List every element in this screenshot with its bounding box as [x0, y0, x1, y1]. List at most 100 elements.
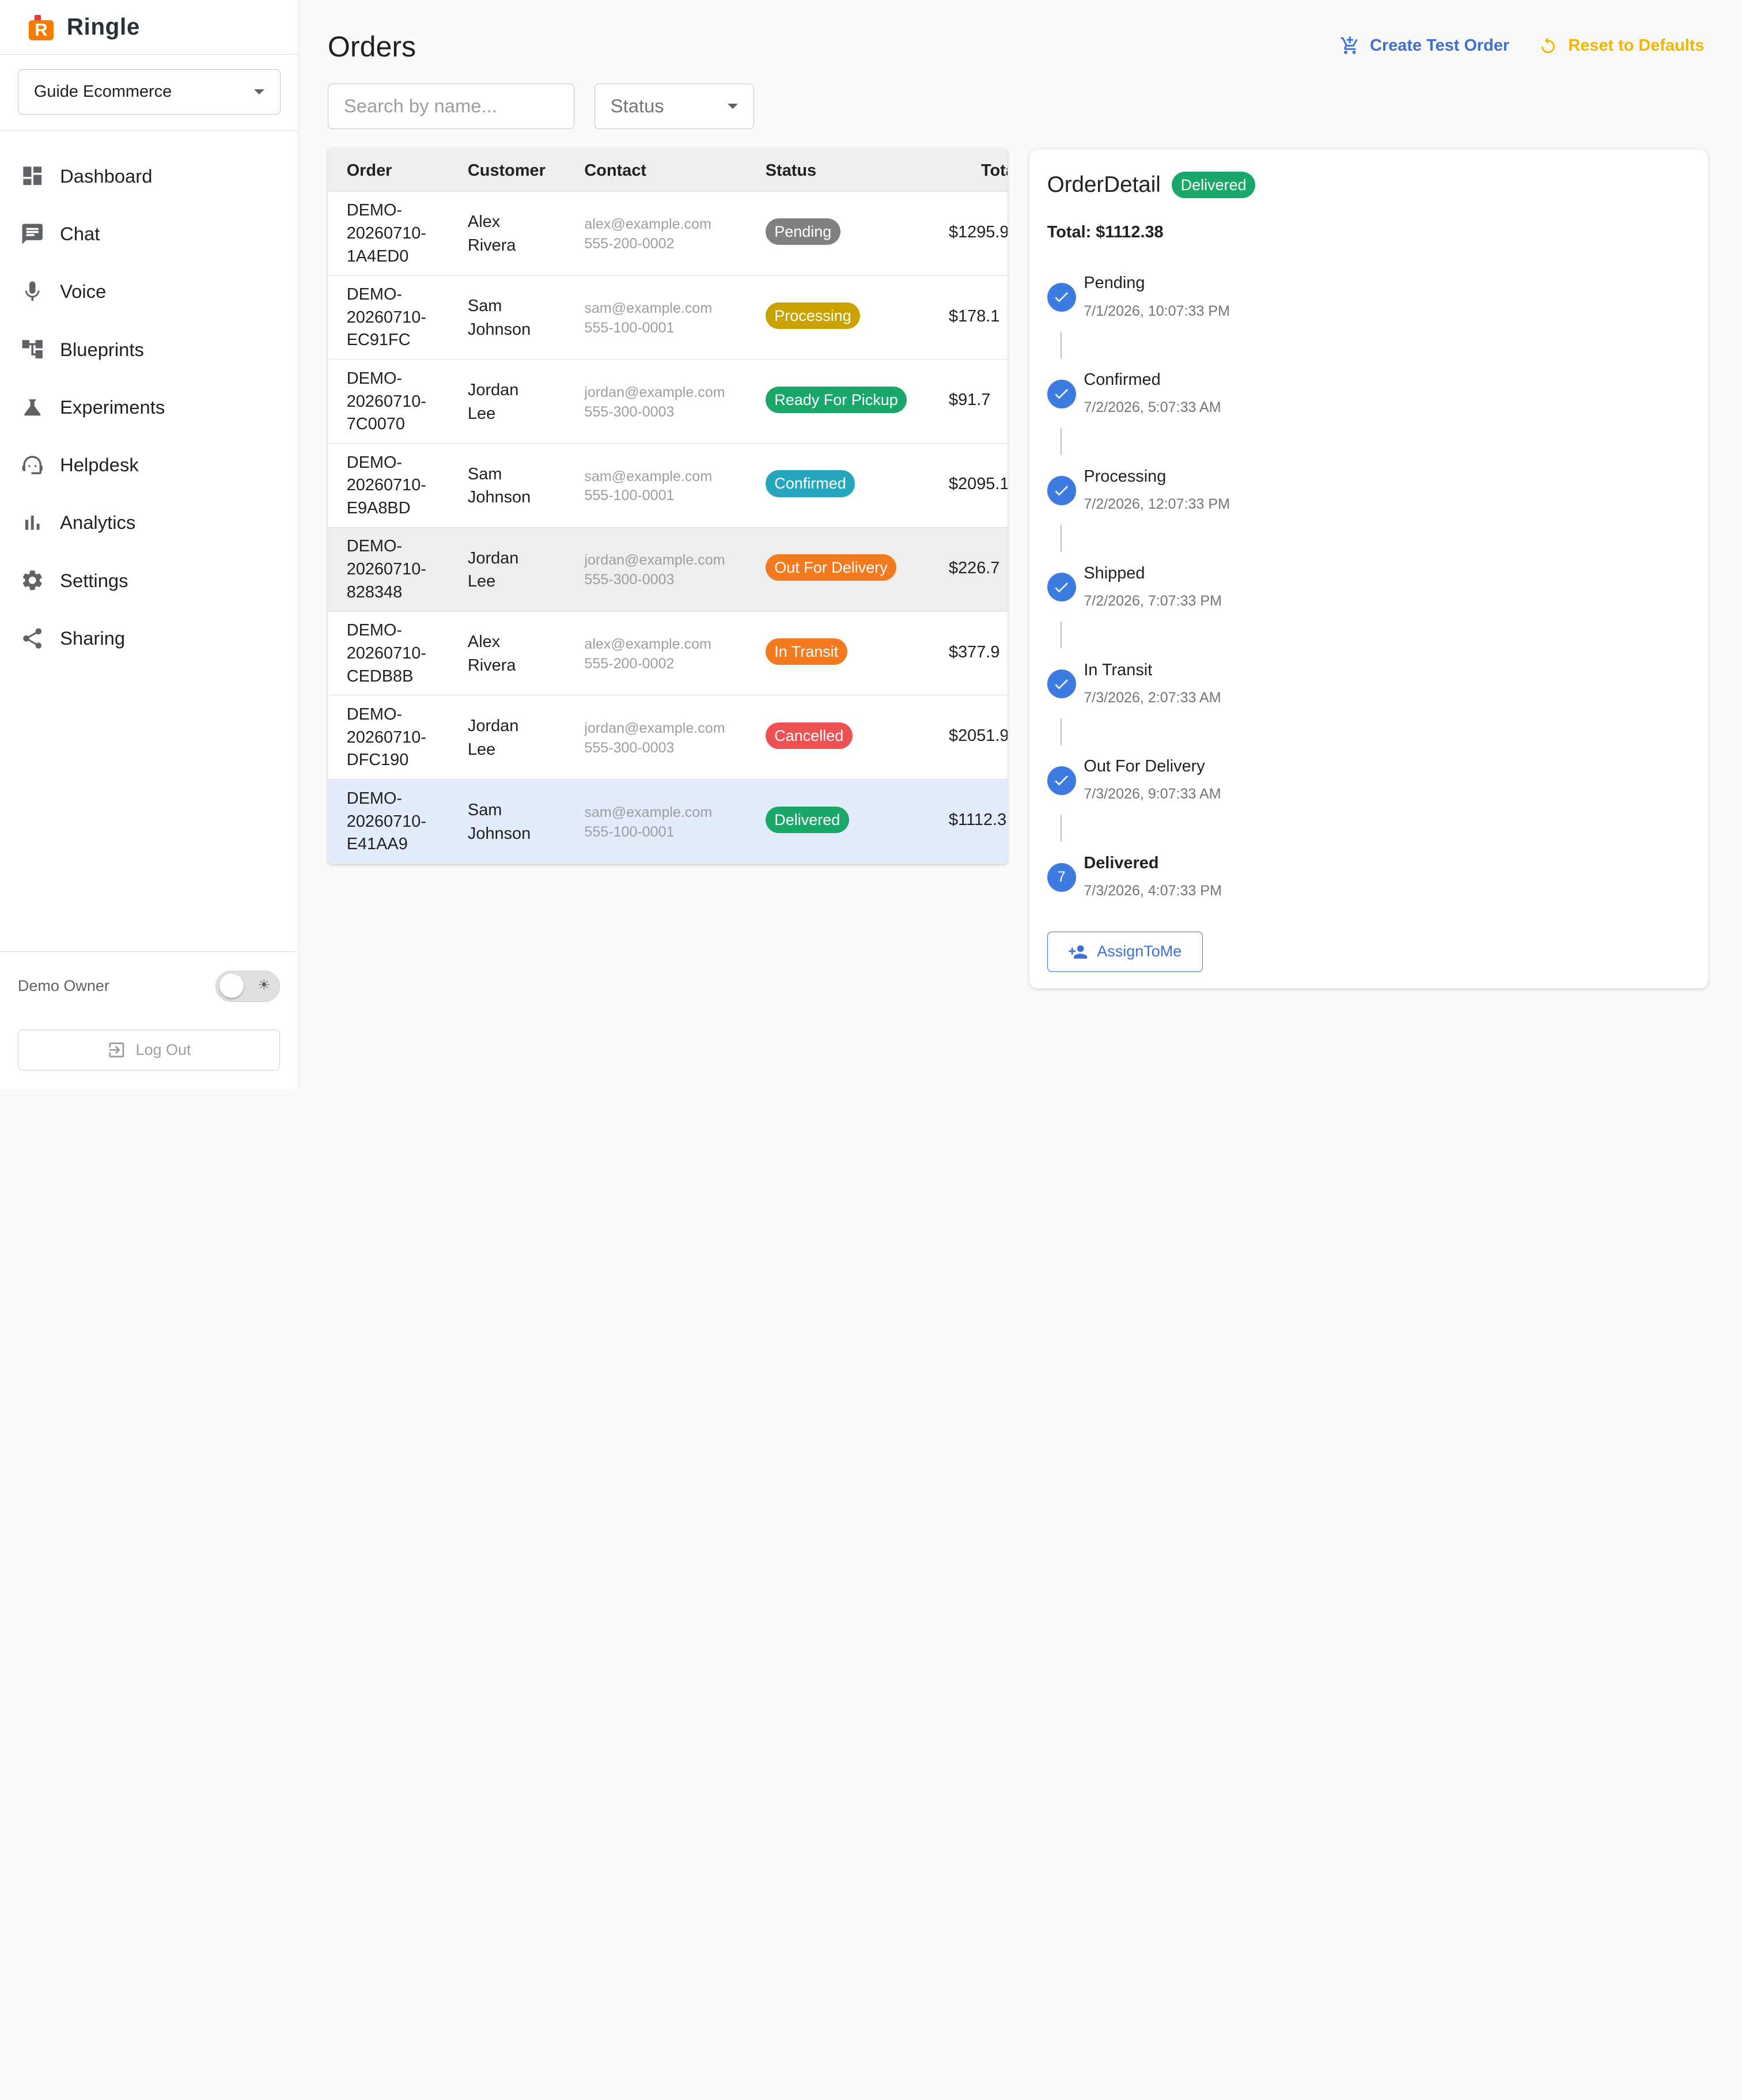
order-id: DEMO- 20260710- E9A8BD: [346, 453, 426, 518]
sidebar-item-analytics[interactable]: Analytics: [0, 494, 298, 551]
order-total: $2051.9: [949, 727, 1008, 746]
order-id: DEMO- 20260710- 1A4ED0: [346, 201, 426, 266]
timeline-connector: [1060, 622, 1062, 649]
table-row[interactable]: DEMO- 20260710- 7C0070 Jordan Lee jordan@exam…: [327, 359, 1008, 443]
table-body: DEMO- 20260710- 1A4ED0 Alex Rivera alex@examp…: [327, 191, 1008, 864]
page-title: Orders: [327, 31, 416, 63]
sidebar: R Ringle Guide Ecommerce Dashboard Chat …: [0, 0, 299, 1089]
contact-info: jordan@example.com 555-300-0003: [584, 383, 725, 422]
contact-email: jordan@example.com: [584, 720, 725, 736]
sidebar-item-label: Sharing: [60, 627, 126, 649]
create-test-order-button[interactable]: Create Test Order: [1340, 36, 1509, 56]
contact-email: jordan@example.com: [584, 384, 725, 400]
status-badge: Pending: [765, 218, 840, 245]
header-status[interactable]: Status: [766, 161, 816, 180]
owner-name: Demo Owner: [17, 977, 109, 995]
chevron-down-icon: [728, 103, 739, 109]
step-number-icon: 7: [1047, 862, 1076, 892]
sidebar-item-helpdesk[interactable]: Helpdesk: [0, 436, 298, 494]
status-filter-select[interactable]: Status: [594, 83, 755, 129]
sidebar-item-experiments[interactable]: Experiments: [0, 379, 298, 436]
sidebar-item-settings[interactable]: Settings: [0, 552, 298, 610]
customer-name: Sam Johnson: [467, 801, 531, 843]
chevron-down-icon: [253, 89, 264, 94]
contact-phone: 555-300-0003: [584, 403, 675, 420]
step-label: Processing: [1084, 467, 1167, 486]
sidebar-item-label: Helpdesk: [60, 454, 139, 476]
contact-info: alex@example.com 555-200-0002: [584, 215, 711, 254]
logout-button[interactable]: Log Out: [17, 1029, 281, 1071]
reset-defaults-button[interactable]: Reset to Defaults: [1538, 36, 1704, 56]
customer-name: Alex Rivera: [467, 633, 516, 675]
sidebar-item-label: Blueprints: [60, 338, 144, 360]
table-row[interactable]: DEMO- 20260710- 1A4ED0 Alex Rivera alex@examp…: [327, 191, 1008, 275]
status-badge: Processing: [765, 302, 861, 330]
table-row[interactable]: DEMO- 20260710- E9A8BD Sam Johnson sam@exampl…: [327, 443, 1008, 527]
contact-info: alex@example.com 555-200-0002: [584, 635, 711, 674]
headset-icon: [20, 453, 44, 477]
sidebar-item-label: Dashboard: [60, 165, 153, 187]
table-header: Order Customer Contact Status Total: [327, 147, 1008, 191]
sidebar-item-voice[interactable]: Voice: [0, 263, 298, 320]
assign-to-me-button[interactable]: AssignToMe: [1047, 932, 1203, 972]
header-contact[interactable]: Contact: [584, 161, 646, 180]
brand-name: Ringle: [66, 13, 140, 40]
contact-phone: 555-200-0002: [584, 235, 675, 252]
status-badge: Delivered: [765, 806, 849, 833]
theme-toggle[interactable]: ☀: [215, 970, 281, 1002]
contact-email: sam@example.com: [584, 468, 713, 485]
contact-phone: 555-300-0003: [584, 739, 675, 756]
sidebar-nav: Dashboard Chat Voice Blueprints Experime…: [0, 131, 298, 667]
main-content: Orders Create Test Order Reset to Defaul…: [299, 0, 1742, 1089]
contact-phone: 555-200-0002: [584, 655, 675, 672]
sidebar-item-label: Analytics: [60, 512, 136, 533]
header-customer[interactable]: Customer: [468, 161, 546, 180]
order-total: $377.9: [949, 642, 1000, 661]
table-row[interactable]: DEMO- 20260710- EC91FC Sam Johnson sam@exampl…: [327, 275, 1008, 360]
step-label: Out For Delivery: [1084, 757, 1205, 776]
order-id: DEMO- 20260710- DFC190: [346, 705, 426, 770]
header-order[interactable]: Order: [347, 161, 392, 180]
sidebar-item-label: Settings: [60, 569, 128, 591]
search-placeholder: Search by name...: [343, 95, 497, 117]
timeline-connector: [1060, 428, 1062, 455]
check-circle-icon: [1047, 573, 1076, 602]
timeline-connector: [1060, 525, 1062, 552]
contact-email: sam@example.com: [584, 804, 713, 820]
contact-info: sam@example.com 555-100-0001: [584, 299, 712, 338]
cart-add-icon: [1340, 36, 1358, 54]
sun-icon: ☀: [257, 977, 271, 994]
check-circle-icon: [1047, 766, 1076, 795]
check-circle-icon: [1047, 379, 1076, 408]
sidebar-item-dashboard[interactable]: Dashboard: [0, 147, 298, 205]
timeline-connector: [1060, 331, 1062, 358]
step-timestamp: 7/2/2026, 7:07:33 PM: [1084, 592, 1222, 609]
brand[interactable]: R Ringle: [0, 0, 298, 55]
order-total: $178.1: [949, 307, 1000, 326]
table-row[interactable]: DEMO- 20260710- 828348 Jordan Lee jordan@exam…: [327, 527, 1008, 611]
contact-info: sam@example.com 555-100-0001: [584, 467, 712, 506]
status-badge: Confirmed: [765, 470, 855, 497]
search-input[interactable]: Search by name...: [327, 83, 575, 129]
step-label: Pending: [1084, 274, 1145, 293]
workspace-select[interactable]: Guide Ecommerce: [17, 69, 281, 115]
sidebar-footer: Demo Owner ☀ Log Out: [0, 951, 298, 1089]
check-circle-icon: [1047, 282, 1076, 312]
detail-title: OrderDetail: [1047, 172, 1161, 198]
sidebar-item-blueprints[interactable]: Blueprints: [0, 320, 298, 378]
order-total: $1295.9: [949, 222, 1008, 241]
workspace-select-value: Guide Ecommerce: [33, 82, 172, 101]
table-row[interactable]: DEMO- 20260710- E41AA9 Sam Johnson sam@exampl…: [327, 779, 1008, 864]
sidebar-item-label: Experiments: [60, 396, 165, 418]
table-row[interactable]: DEMO- 20260710- DFC190 Jordan Lee jordan@exam…: [327, 695, 1008, 779]
detail-title-row: OrderDetail Delivered: [1047, 171, 1256, 199]
sidebar-item-chat[interactable]: Chat: [0, 205, 298, 263]
table-row[interactable]: DEMO- 20260710- CEDB8B Alex Rivera alex@examp…: [327, 611, 1008, 695]
header-total[interactable]: Total: [981, 161, 1008, 180]
detail-total: Total: $1112.38: [1047, 222, 1164, 241]
order-total: $226.7: [949, 558, 1000, 577]
status-badge: Ready For Pickup: [765, 386, 907, 413]
step-timestamp: 7/1/2026, 10:07:33 PM: [1084, 302, 1230, 319]
sidebar-item-sharing[interactable]: Sharing: [0, 610, 298, 667]
order-detail-panel: OrderDetail Delivered Total: $1112.38 Pe…: [1028, 149, 1709, 989]
